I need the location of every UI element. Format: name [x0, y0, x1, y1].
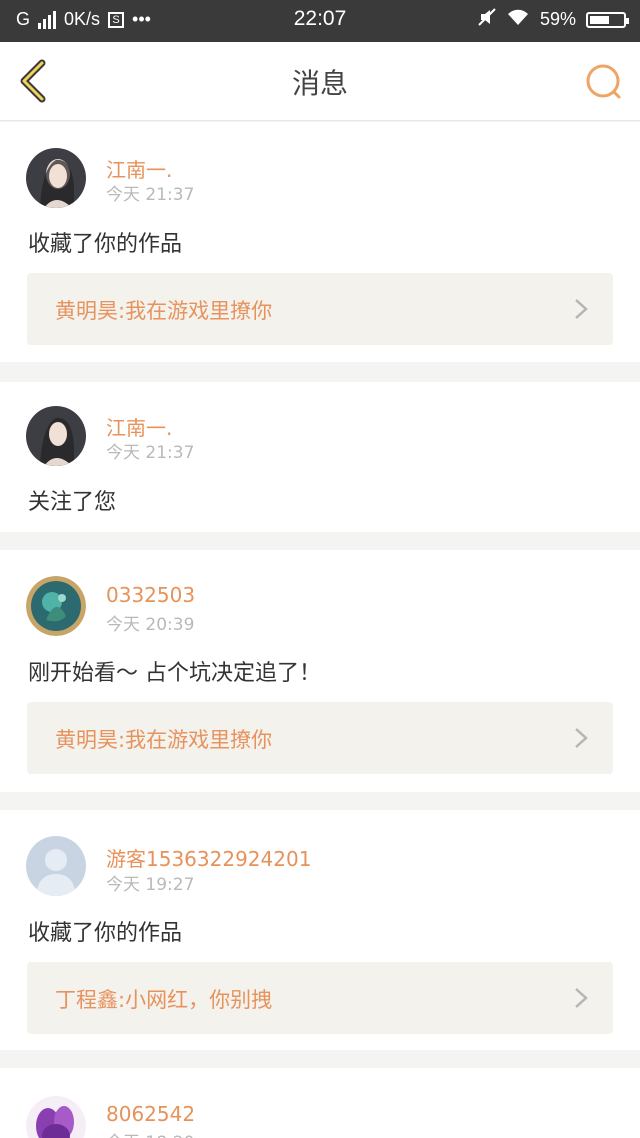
status-bar: G 0K/s S ••• 22:07 59%: [0, 0, 640, 42]
avatar[interactable]: [26, 148, 86, 208]
work-title: 黄明昊:我在游戏里撩你: [55, 728, 273, 752]
avatar[interactable]: [26, 1096, 86, 1138]
timestamp: 今天 20:39: [106, 615, 195, 635]
battery-icon: [586, 11, 629, 28]
work-link[interactable]: 黄明昊:我在游戏里撩你: [27, 273, 613, 345]
timestamp: 今天 21:37: [106, 185, 195, 205]
battery-percent: 59%: [539, 9, 576, 29]
search-icon[interactable]: [584, 62, 624, 102]
message-card[interactable]: 0332503 今天 20:39 刚开始看～ 占个坑决定追了！ 黄明昊:我在游戏…: [0, 550, 640, 792]
work-title: 丁程鑫:小网红，你别拽: [55, 988, 273, 1012]
chevron-right-icon: [573, 726, 589, 750]
chevron-right-icon: [573, 297, 589, 321]
action-text: 收藏了你的作品: [28, 921, 183, 946]
username[interactable]: 江南一.: [106, 154, 172, 183]
avatar[interactable]: [26, 406, 86, 466]
nav-header: 消息: [0, 42, 640, 121]
timestamp: 今天 18:20: [106, 1128, 194, 1138]
message-card[interactable]: 游客1536322924201 今天 19:27 收藏了你的作品 丁程鑫:小网红…: [0, 810, 640, 1050]
username[interactable]: 8062542: [106, 1102, 195, 1126]
username[interactable]: 0332503: [106, 583, 195, 607]
wifi-icon: [506, 8, 530, 31]
page-title: 消息: [291, 67, 348, 100]
username[interactable]: 江南一.: [106, 412, 172, 441]
work-link[interactable]: 黄明昊:我在游戏里撩你: [27, 702, 613, 774]
message-card[interactable]: 江南一. 今天 21:37 关注了您: [0, 382, 640, 532]
timestamp: 今天 21:37: [106, 443, 195, 463]
action-text: 收藏了你的作品: [28, 232, 183, 257]
action-text: 刚开始看～ 占个坑决定追了！: [28, 661, 321, 686]
action-text: 关注了您: [28, 490, 117, 515]
mute-icon: [478, 8, 496, 31]
message-card[interactable]: 江南一. 今天 21:37 收藏了你的作品 黄明昊:我在游戏里撩你: [0, 122, 640, 362]
avatar[interactable]: [26, 576, 86, 636]
work-title: 黄明昊:我在游戏里撩你: [55, 299, 273, 323]
chevron-right-icon: [573, 986, 589, 1010]
message-card[interactable]: 8062542 今天 18:20: [0, 1068, 640, 1138]
username[interactable]: 游客1536322924201: [106, 843, 311, 872]
avatar[interactable]: [26, 836, 86, 896]
work-link[interactable]: 丁程鑫:小网红，你别拽: [27, 962, 613, 1034]
timestamp: 今天 19:27: [106, 875, 195, 895]
